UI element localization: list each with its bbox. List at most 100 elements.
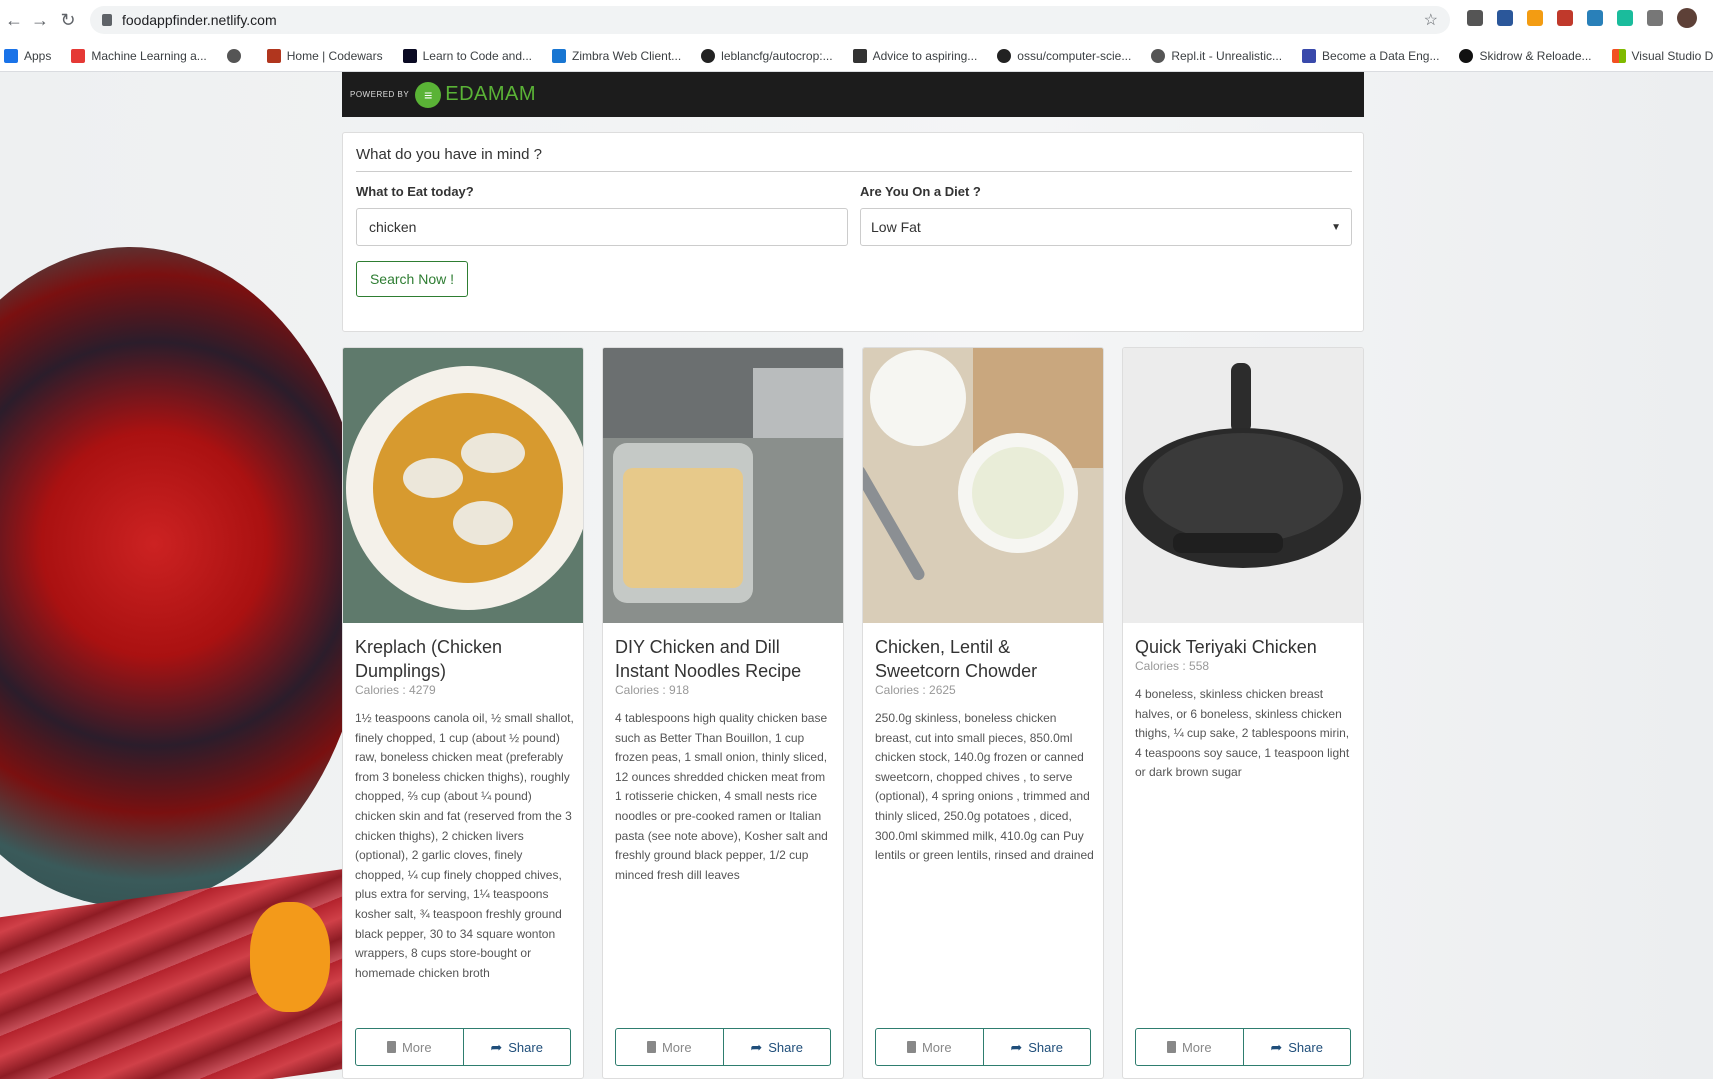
globe-icon: [226, 48, 241, 63]
recipe-card: Kreplach (Chicken Dumplings) Calories : …: [342, 347, 584, 1079]
star-icon[interactable]: ☆: [1424, 10, 1438, 30]
recipe-title: Kreplach (Chicken Dumplings): [355, 637, 503, 681]
recipe-image: [343, 348, 583, 623]
bookmark-item[interactable]: Advice to aspiring...: [852, 48, 977, 63]
browser-toolbar: ← → ↻ foodappfinder.netlify.com ☆: [0, 0, 1713, 40]
extension-icon[interactable]: [1497, 10, 1513, 26]
share-button[interactable]: ➦ Share: [463, 1028, 571, 1066]
app-header: POWERED BY ≡ EDAMAM: [342, 72, 1364, 117]
recipe-calories: Calories : 2625: [875, 683, 956, 697]
search-panel: What do you have in mind ? What to Eat t…: [342, 132, 1364, 332]
apps-grid-icon: [4, 48, 18, 63]
recipe-image: [603, 348, 843, 623]
bookmark-item[interactable]: [226, 48, 247, 63]
lock-icon: [102, 14, 112, 26]
codewars-icon: [266, 48, 281, 63]
brand-name: EDAMAM: [445, 83, 537, 105]
forward-icon[interactable]: →: [26, 6, 54, 34]
diet-select[interactable]: Low Fat ▼: [860, 208, 1352, 246]
microsoft-icon: [1611, 48, 1626, 63]
freecodecamp-icon: [402, 48, 417, 63]
recipe-calories: Calories : 558: [1135, 659, 1210, 673]
background-orange: [250, 902, 330, 1012]
food-input[interactable]: [356, 208, 848, 246]
menu-icon[interactable]: [1647, 10, 1663, 26]
recipe-card: DIY Chicken and Dill Instant Noodles Rec…: [602, 347, 844, 1079]
back-icon[interactable]: ←: [0, 6, 28, 34]
reload-icon[interactable]: ↻: [54, 6, 82, 34]
bookmarks-bar: Apps Machine Learning a... Home | Codewa…: [0, 40, 1713, 72]
page-content: POWERED BY ≡ EDAMAM What do you have in …: [0, 72, 1713, 1079]
replit-icon: [1151, 48, 1166, 63]
book-icon: [1166, 1041, 1176, 1053]
bookmark-item[interactable]: Zimbra Web Client...: [552, 48, 681, 63]
avatar[interactable]: [1677, 8, 1697, 28]
divider: [356, 171, 1352, 172]
bookmark-item[interactable]: Skidrow & Reloade...: [1459, 48, 1592, 63]
recipe-card: Quick Teriyaki Chicken Calories : 558 4 …: [1122, 347, 1364, 1079]
food-label: What to Eat today?: [356, 184, 474, 199]
bookmark-item[interactable]: leblancfg/autocrop:...: [701, 48, 833, 63]
card-actions: More ➦ Share: [355, 1028, 571, 1066]
book-icon: [646, 1041, 656, 1053]
recipe-image: [1123, 348, 1363, 623]
more-button[interactable]: More: [875, 1028, 984, 1066]
share-button[interactable]: ➦ Share: [1243, 1028, 1351, 1066]
skidrow-icon: [1459, 48, 1474, 63]
extension-icon[interactable]: [1587, 10, 1603, 26]
extension-icon[interactable]: [1557, 10, 1573, 26]
bookmark-item[interactable]: Become a Data Eng...: [1302, 48, 1439, 63]
background-fruit-bowl: [0, 247, 370, 907]
diet-label: Are You On a Diet ?: [860, 184, 981, 199]
recipe-ingredients: 250.0g skinless, boneless chicken breast…: [875, 711, 1094, 863]
recipe-ingredients: 1½ teaspoons canola oil, ½ small shallot…: [355, 711, 574, 980]
github-icon: [701, 48, 716, 63]
more-button[interactable]: More: [615, 1028, 724, 1066]
recipe-title: Chicken, Lentil & Sweetcorn Chowder: [875, 637, 1038, 681]
extension-icon[interactable]: [1617, 10, 1633, 26]
bookmark-item[interactable]: Machine Learning a...: [71, 48, 207, 63]
extension-icon[interactable]: [1527, 10, 1543, 26]
recipe-card: Chicken, Lentil & Sweetcorn Chowder Calo…: [862, 347, 1104, 1079]
search-button[interactable]: Search Now !: [356, 261, 468, 297]
share-icon: ➦: [1270, 1038, 1283, 1055]
more-button[interactable]: More: [1135, 1028, 1244, 1066]
chart-icon: [1302, 48, 1317, 63]
share-icon: ➦: [490, 1038, 503, 1055]
more-button[interactable]: More: [355, 1028, 464, 1066]
recipe-title: Quick Teriyaki Chicken: [1135, 637, 1317, 657]
share-icon: ➦: [750, 1038, 763, 1055]
card-actions: More ➦ Share: [875, 1028, 1091, 1066]
share-button[interactable]: ➦ Share: [723, 1028, 831, 1066]
panel-title: What do you have in mind ?: [356, 146, 542, 163]
bookmark-icon: [71, 48, 86, 63]
extension-icon[interactable]: [1467, 10, 1483, 26]
book-icon: [906, 1041, 916, 1053]
card-actions: More ➦ Share: [615, 1028, 831, 1066]
url-text: foodappfinder.netlify.com: [122, 12, 277, 28]
recipe-calories: Calories : 918: [615, 683, 690, 697]
bookmark-item[interactable]: Repl.it - Unrealistic...: [1151, 48, 1282, 63]
diet-selected-value: Low Fat: [871, 219, 921, 235]
edamam-logo-icon: ≡: [415, 81, 442, 108]
address-bar[interactable]: foodappfinder.netlify.com ☆: [90, 6, 1450, 34]
recipe-title: DIY Chicken and Dill Instant Noodles Rec…: [615, 637, 802, 681]
caret-down-icon: ▼: [1331, 221, 1341, 233]
recipe-ingredients: 4 boneless, skinless chicken breast halv…: [1135, 687, 1350, 780]
bookmark-item[interactable]: Home | Codewars: [266, 48, 383, 63]
zimbra-icon: [552, 48, 567, 63]
share-icon: ➦: [1010, 1038, 1023, 1055]
bookmark-item[interactable]: Learn to Code and...: [402, 48, 532, 63]
extensions-row: [1467, 8, 1697, 28]
bookmark-item[interactable]: Visual Studio Dev E...: [1611, 48, 1713, 63]
share-button[interactable]: ➦ Share: [983, 1028, 1091, 1066]
recipe-calories: Calories : 4279: [355, 683, 436, 697]
reddit-icon: [852, 48, 867, 63]
github-icon: [997, 48, 1012, 63]
bookmark-item[interactable]: ossu/computer-scie...: [997, 48, 1131, 63]
card-actions: More ➦ Share: [1135, 1028, 1351, 1066]
powered-by-text: POWERED BY: [350, 90, 410, 99]
bookmark-item[interactable]: Apps: [4, 48, 51, 63]
recipe-image: [863, 348, 1103, 623]
book-icon: [386, 1041, 396, 1053]
